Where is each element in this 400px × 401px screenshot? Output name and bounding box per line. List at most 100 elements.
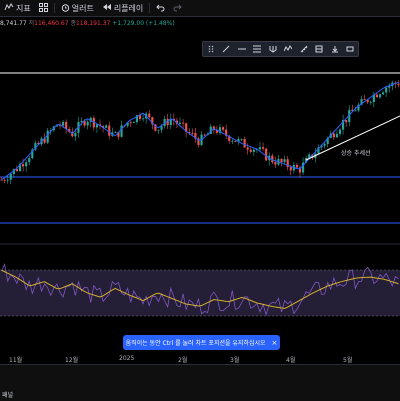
- time-label: 12월: [65, 357, 79, 364]
- candle-body: [0, 179, 3, 181]
- rectangle-icon[interactable]: [346, 45, 354, 53]
- grid-icon: [38, 2, 48, 14]
- time-label: 2월: [178, 357, 188, 364]
- bottom-panel-bar: 패널: [0, 364, 400, 401]
- alert-label: 얼러트: [71, 3, 94, 13]
- time-axis[interactable]: 11월 12월 2025 2월 3월 4월 5월: [0, 354, 400, 364]
- candle-body: [203, 134, 206, 136]
- candle-body: [363, 99, 366, 100]
- alarm-clock-icon: [61, 3, 70, 14]
- change-value: +1,729.00 (+1.48%): [112, 20, 175, 27]
- candle-body: [231, 140, 234, 142]
- candle-body: [108, 125, 111, 136]
- candle-body: [252, 149, 255, 152]
- time-label: 11월: [9, 357, 23, 364]
- candle-body: [246, 147, 249, 150]
- candle-body: [397, 83, 400, 85]
- candle-body: [375, 94, 378, 98]
- replay-button[interactable]: 리플레이: [98, 3, 147, 14]
- candle-body: [157, 129, 160, 131]
- candle-body: [9, 174, 12, 180]
- candle-body: [114, 132, 117, 133]
- candle-body: [283, 159, 286, 163]
- candle-body: [120, 125, 123, 137]
- alert-button[interactable]: 얼러트: [57, 3, 98, 14]
- candle-body: [182, 122, 185, 124]
- replay-label: 리플레이: [113, 3, 144, 13]
- price-chart[interactable]: [0, 16, 400, 354]
- undo-icon: [156, 3, 165, 14]
- candle-body: [258, 147, 262, 150]
- candle-body: [222, 127, 225, 130]
- candle-body: [332, 133, 335, 138]
- candle-body: [295, 164, 298, 168]
- candle-body: [22, 164, 25, 167]
- candle-body: [62, 121, 65, 126]
- candle-body: [385, 87, 388, 93]
- rewind-icon: [102, 3, 112, 13]
- candle-body: [265, 148, 268, 161]
- candle-body: [160, 126, 163, 130]
- panel-tab[interactable]: 패널: [2, 390, 13, 399]
- pattern-icon[interactable]: [284, 45, 293, 53]
- toast-notification: 움직이는 동안 Ctrl 를 눌러 차트 포지션을 유지하십시오 ×: [123, 335, 280, 350]
- trendline-annotation[interactable]: 상승 추세선: [341, 148, 371, 157]
- fib-retracement-icon[interactable]: [253, 45, 262, 53]
- candle-body: [25, 162, 28, 167]
- indicators-icon: [4, 2, 14, 14]
- short-position-icon[interactable]: [331, 45, 339, 53]
- candle-body: [323, 143, 326, 146]
- candle-body: [249, 149, 252, 152]
- close-value: 118,191.37: [75, 20, 111, 27]
- indicators-label: 지표: [16, 3, 31, 13]
- candle-body: [142, 118, 145, 120]
- candle-body: [178, 122, 182, 124]
- candle-body: [46, 130, 49, 143]
- candle-body: [274, 162, 277, 165]
- candle-body: [378, 94, 382, 98]
- candle-body: [132, 122, 135, 123]
- candle-body: [369, 101, 372, 103]
- candle-body: [240, 138, 243, 140]
- time-label: 5월: [343, 357, 353, 364]
- open-value: 8,741.77: [0, 20, 27, 27]
- candle-body: [74, 132, 77, 137]
- horizontal-line-icon[interactable]: [237, 45, 246, 53]
- indicators-button[interactable]: 지표: [0, 2, 35, 14]
- undo-button[interactable]: [152, 3, 169, 14]
- time-label: 4월: [286, 357, 296, 364]
- redo-button[interactable]: [169, 3, 186, 14]
- redo-icon: [173, 3, 182, 14]
- top-toolbar: 지표 얼러트 리플레이: [0, 0, 400, 17]
- candle-body: [234, 140, 237, 142]
- candle-body: [382, 92, 385, 95]
- candle-body: [80, 120, 83, 122]
- long-position-icon[interactable]: [315, 45, 323, 53]
- candle-body: [129, 122, 132, 124]
- candle-body: [354, 110, 357, 112]
- candle-body: [6, 179, 9, 181]
- candle-body: [338, 129, 342, 134]
- trendline-icon[interactable]: [222, 45, 230, 53]
- ohlc-legend: 8,741.77 저116,460.67 종118,191.37 +1,729.…: [0, 18, 175, 27]
- layouts-button[interactable]: [35, 2, 52, 14]
- close-icon[interactable]: ×: [272, 339, 278, 347]
- candle-body: [262, 147, 265, 149]
- ruler-icon[interactable]: [300, 45, 308, 53]
- candle-body: [3, 179, 6, 181]
- drawing-toolbar[interactable]: [202, 41, 359, 57]
- candle-body: [191, 132, 194, 134]
- candle-body: [335, 133, 338, 138]
- candle-body: [280, 158, 283, 163]
- candle-body: [95, 124, 98, 128]
- high-value: 116,460.67: [34, 20, 69, 27]
- candle-body: [289, 167, 292, 171]
- pitchfork-icon[interactable]: [269, 45, 277, 53]
- drag-handle-icon[interactable]: [207, 45, 215, 53]
- candle-body: [28, 158, 31, 163]
- toast-message: 움직이는 동안 Ctrl 를 눌러 차트 포지션을 유지하십시오: [125, 340, 266, 347]
- candle-body: [243, 138, 246, 148]
- time-label: 3월: [230, 357, 240, 364]
- toolbar-divider-2: [149, 3, 151, 13]
- candle-body: [148, 113, 151, 118]
